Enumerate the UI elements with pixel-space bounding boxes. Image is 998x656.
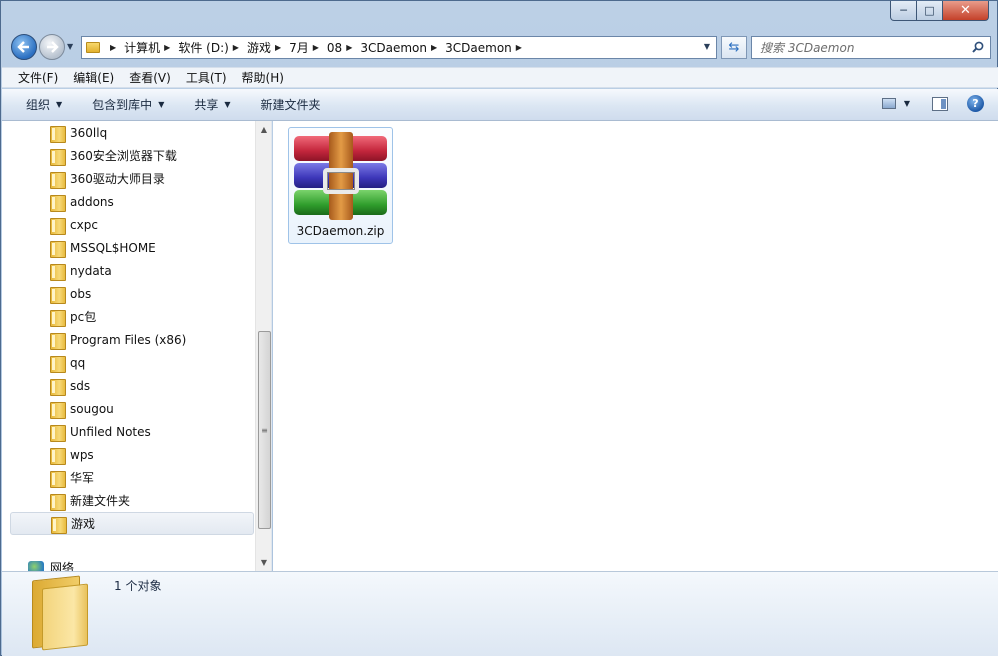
folder-tree: 360llq 360安全浏览器下载 360驱动大师目录 addons cxpc … — [10, 121, 254, 535]
folder-icon — [50, 447, 66, 465]
refresh-icon: ⇆ — [728, 40, 740, 55]
breadcrumb-root-chevron[interactable]: ▶ — [106, 43, 124, 52]
breadcrumb-item[interactable]: 08 ▶ — [327, 41, 360, 55]
nav-folder-item[interactable]: Unfiled Notes — [10, 420, 254, 443]
folder-icon — [50, 286, 66, 304]
nav-folder-item[interactable]: sougou — [10, 397, 254, 420]
details-pane: 1 个对象 — [2, 571, 998, 656]
breadcrumb-item[interactable]: 软件 (D:) ▶ — [178, 39, 247, 56]
folder-icon — [86, 42, 100, 53]
folder-icon — [50, 424, 66, 442]
nav-folder-item[interactable]: addons — [10, 190, 254, 213]
nav-folder-item[interactable]: 360安全浏览器下载 — [10, 144, 254, 167]
nav-scrollbar[interactable]: ▲ ≡ ▼ — [255, 121, 271, 571]
organize-button[interactable]: 组织 ▼ — [26, 96, 62, 113]
nav-network-item[interactable]: 网络 — [28, 559, 74, 571]
help-icon[interactable]: ? — [967, 95, 984, 112]
caption-buttons: ─ □ ✕ — [890, 1, 989, 21]
menu-edit[interactable]: 编辑(E) — [73, 69, 114, 86]
close-button[interactable]: ✕ — [943, 1, 989, 21]
folder-icon — [50, 217, 66, 235]
address-row: ▼ ▶ 计算机 ▶ 软件 (D:) ▶ 游戏 ▶ 7月 ▶ 08 ▶ 3CDaemon ▶ … — [7, 32, 991, 62]
nav-folder-item[interactable]: wps — [10, 443, 254, 466]
navigation-pane: 360llq 360安全浏览器下载 360驱动大师目录 addons cxpc … — [2, 121, 272, 571]
folder-icon — [50, 148, 66, 166]
folder-icon — [50, 378, 66, 396]
nav-folder-item-selected[interactable]: 游戏 — [10, 512, 254, 535]
scroll-up-button[interactable]: ▲ — [256, 121, 271, 138]
change-view-icon[interactable] — [881, 98, 896, 109]
folder-icon — [50, 332, 66, 350]
scroll-down-button[interactable]: ▼ — [256, 554, 271, 571]
menu-file[interactable]: 文件(F) — [18, 69, 58, 86]
share-button[interactable]: 共享 ▼ — [194, 96, 230, 113]
file-name: 3CDaemon.zip — [296, 224, 385, 238]
address-history-dropdown[interactable]: ▼ — [704, 42, 710, 51]
nav-folder-item[interactable]: nydata — [10, 259, 254, 282]
large-folder-icon — [32, 575, 94, 651]
folder-icon — [50, 171, 66, 189]
folder-icon — [50, 401, 66, 419]
nav-folder-item[interactable]: Program Files (x86) — [10, 328, 254, 351]
search-icon[interactable] — [972, 41, 984, 53]
back-arrow-icon — [17, 41, 29, 53]
menu-tools[interactable]: 工具(T) — [186, 69, 227, 86]
folder-icon — [50, 470, 66, 488]
nav-folder-item[interactable]: MSSQL$HOME — [10, 236, 254, 259]
item-count: 1 个对象 — [114, 579, 162, 593]
search-box[interactable] — [751, 36, 991, 59]
nav-folder-item[interactable]: cxpc — [10, 213, 254, 236]
breadcrumb-item[interactable]: 计算机 ▶ — [124, 39, 178, 56]
explorer-window: ─ □ ✕ ▼ ▶ 计算机 ▶ 软件 (D:) ▶ 游戏 ▶ 7月 ▶ 08 ▶ 3CDa… — [0, 0, 998, 656]
forward-button[interactable] — [39, 34, 65, 60]
nav-folder-item[interactable]: pc包 — [10, 305, 254, 328]
folder-icon — [50, 309, 66, 327]
recent-pages-dropdown[interactable]: ▼ — [67, 42, 73, 51]
nav-folder-item[interactable]: 360驱动大师目录 — [10, 167, 254, 190]
breadcrumb-item[interactable]: 3CDaemon ▶ — [445, 41, 530, 55]
chevron-down-icon: ▼ — [158, 100, 165, 109]
preview-pane-icon[interactable] — [932, 96, 948, 111]
command-bar: 组织 ▼ 包含到库中 ▼ 共享 ▼ 新建文件夹 ▼ ? — [2, 89, 998, 121]
refresh-button[interactable]: ⇆ — [721, 36, 747, 59]
maximize-button[interactable]: □ — [917, 1, 943, 21]
folder-icon — [50, 263, 66, 281]
folder-icon — [50, 125, 66, 143]
breadcrumb-item[interactable]: 3CDaemon ▶ — [360, 41, 445, 55]
breadcrumb-item[interactable]: 7月 ▶ — [289, 39, 327, 56]
view-options-dropdown[interactable]: ▼ — [904, 99, 910, 108]
network-icon — [28, 560, 44, 571]
nav-folder-item[interactable]: obs — [10, 282, 254, 305]
nav-folder-item[interactable]: 新建文件夹 — [10, 489, 254, 512]
menu-view[interactable]: 查看(V) — [129, 69, 171, 86]
folder-icon — [51, 516, 67, 534]
winrar-archive-icon — [294, 132, 387, 220]
menu-help[interactable]: 帮助(H) — [242, 69, 284, 86]
file-item[interactable]: 3CDaemon.zip — [288, 127, 393, 244]
search-input[interactable] — [752, 37, 962, 58]
new-folder-button[interactable]: 新建文件夹 — [261, 96, 321, 113]
address-bar[interactable]: ▶ 计算机 ▶ 软件 (D:) ▶ 游戏 ▶ 7月 ▶ 08 ▶ 3CDaemon ▶ 3C… — [81, 36, 717, 59]
minimize-button[interactable]: ─ — [890, 1, 917, 21]
nav-folder-item[interactable]: qq — [10, 351, 254, 374]
back-button[interactable] — [11, 34, 37, 60]
folder-icon — [50, 194, 66, 212]
folder-icon — [50, 240, 66, 258]
include-in-library-button[interactable]: 包含到库中 ▼ — [92, 96, 164, 113]
file-list-pane[interactable]: 3CDaemon.zip — [273, 121, 998, 571]
nav-folder-item[interactable]: sds — [10, 374, 254, 397]
folder-icon — [50, 493, 66, 511]
chevron-down-icon: ▼ — [224, 100, 231, 109]
scroll-thumb[interactable]: ≡ — [258, 331, 271, 529]
menu-bar: 文件(F) 编辑(E) 查看(V) 工具(T) 帮助(H) — [2, 67, 998, 88]
nav-folder-item[interactable]: 华军 — [10, 466, 254, 489]
nav-folder-item[interactable]: 360llq — [10, 121, 254, 144]
forward-arrow-icon — [47, 41, 59, 53]
toolbar-right: ▼ ? — [881, 95, 984, 112]
folder-icon — [50, 355, 66, 373]
chevron-down-icon: ▼ — [56, 100, 63, 109]
breadcrumb-item[interactable]: 游戏 ▶ — [247, 39, 289, 56]
